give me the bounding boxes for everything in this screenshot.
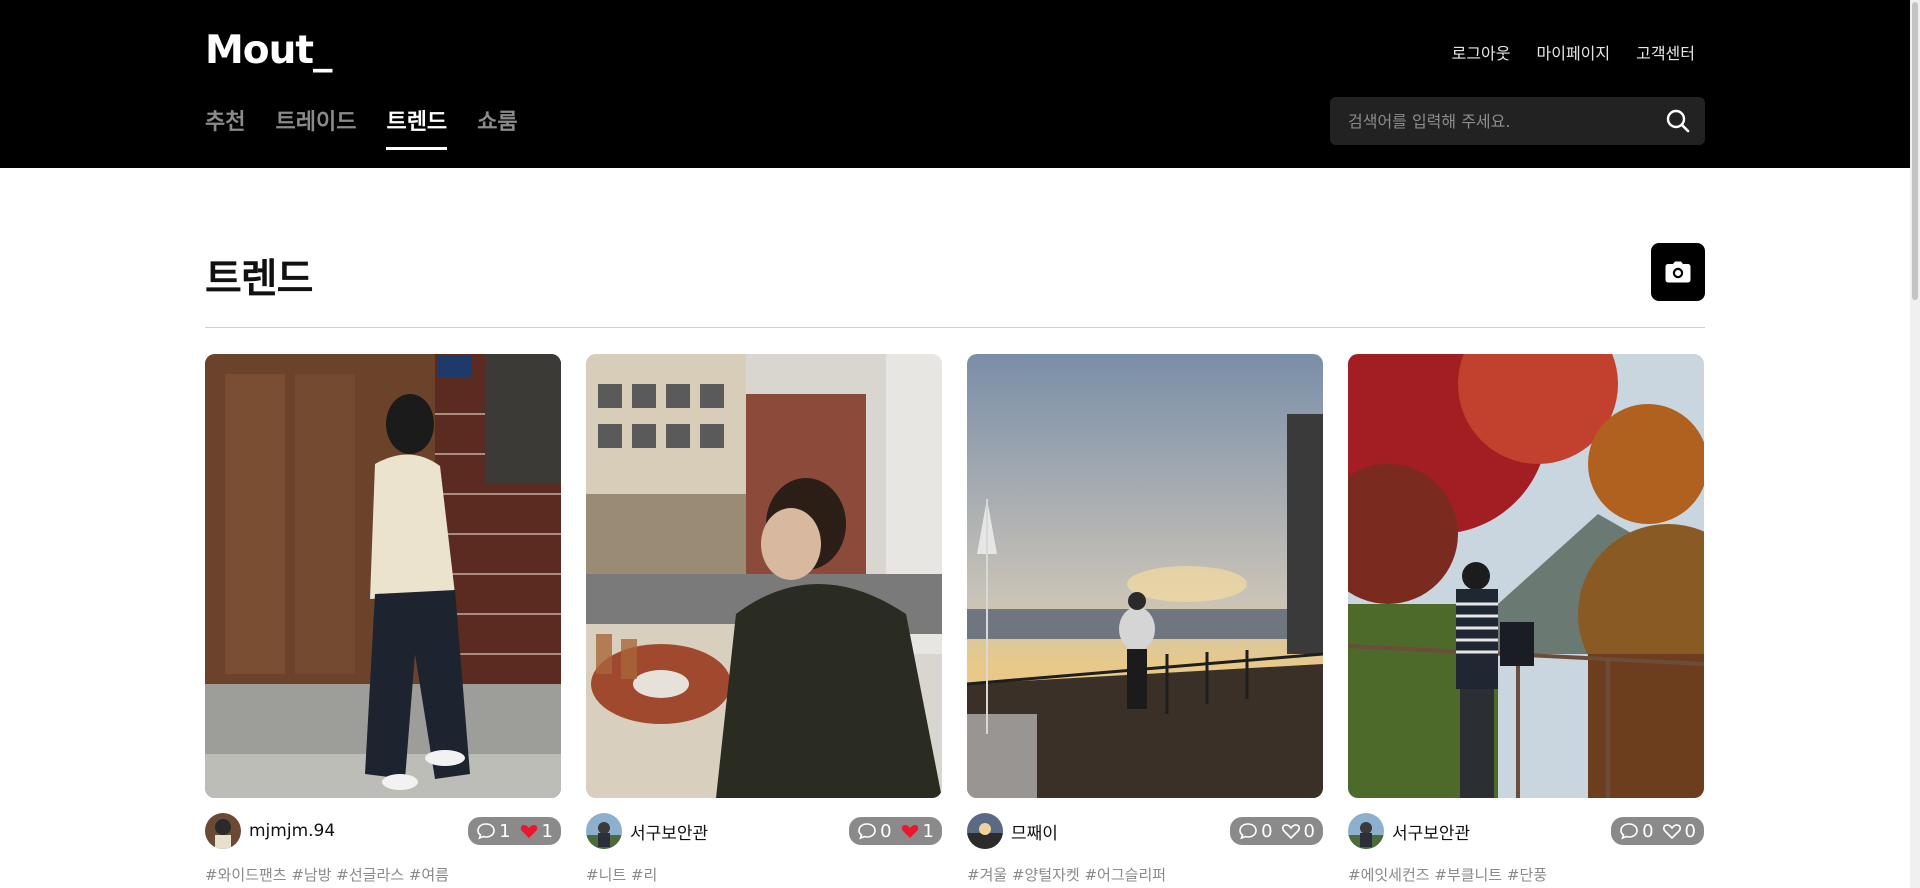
- avatar[interactable]: [1348, 813, 1384, 849]
- like-count-value: 1: [922, 820, 934, 842]
- like-count-value: 0: [1684, 820, 1696, 842]
- nav-tab-trend[interactable]: 트렌드: [386, 104, 447, 150]
- like-count[interactable]: 1: [519, 821, 553, 842]
- post-tags[interactable]: #에잇세컨즈 #부클니트 #단풍: [1348, 864, 1704, 885]
- author-name[interactable]: 서구보안관: [1392, 819, 1470, 844]
- post-card[interactable]: 서구보안관 0 0 #에잇세컨즈 #부클니트 #단풍: [1348, 354, 1704, 885]
- page-scrollbar[interactable]: [1910, 0, 1920, 888]
- author-name[interactable]: mjmjm.94: [249, 821, 335, 841]
- comment-icon: [477, 823, 495, 840]
- search-box: [1330, 97, 1705, 145]
- post-meta: 서구보안관 0 1: [586, 812, 942, 850]
- page-title: 트렌드: [205, 256, 313, 302]
- avatar[interactable]: [586, 813, 622, 849]
- main-nav: 추천 트레이드 트렌드 쇼룸: [205, 104, 518, 150]
- comment-count[interactable]: 0: [857, 820, 892, 842]
- utility-nav: 로그아웃 마이페이지 고객센터: [1452, 40, 1695, 64]
- post-meta: 므째이 0 0: [967, 812, 1323, 850]
- post-card[interactable]: 므째이 0 0 #겨울 #양털자켓 #어그슬리퍼: [967, 354, 1323, 885]
- camera-icon: [1665, 261, 1691, 283]
- post-author[interactable]: mjmjm.94: [205, 813, 335, 849]
- like-count[interactable]: 0: [1662, 821, 1696, 842]
- search-icon[interactable]: [1665, 108, 1691, 134]
- comment-count[interactable]: 0: [1238, 820, 1273, 842]
- nav-tab-showroom[interactable]: 쇼룸: [477, 104, 517, 146]
- logout-link[interactable]: 로그아웃: [1452, 40, 1511, 64]
- post-stats: 0 0: [1230, 817, 1323, 845]
- nav-tab-trade[interactable]: 트레이드: [275, 104, 356, 146]
- comment-count[interactable]: 1: [476, 820, 511, 842]
- post-tags[interactable]: #와이드팬츠 #남방 #선글라스 #여름: [205, 864, 561, 885]
- comment-icon: [1620, 823, 1638, 840]
- post-tags[interactable]: #니트 #리: [586, 864, 942, 885]
- customer-center-link[interactable]: 고객센터: [1636, 40, 1695, 64]
- like-count[interactable]: 1: [900, 821, 934, 842]
- author-name[interactable]: 므째이: [1011, 819, 1058, 844]
- like-count[interactable]: 0: [1281, 821, 1315, 842]
- post-photo[interactable]: [1348, 354, 1704, 798]
- comment-icon: [1239, 823, 1257, 840]
- heart-outline-icon: [1662, 824, 1681, 840]
- post-meta: 서구보안관 0 0: [1348, 812, 1704, 850]
- search-input[interactable]: [1348, 97, 1648, 145]
- heart-outline-icon: [1281, 824, 1300, 840]
- comment-count[interactable]: 0: [1619, 820, 1654, 842]
- avatar[interactable]: [205, 813, 241, 849]
- upload-photo-button[interactable]: [1651, 243, 1705, 301]
- author-name[interactable]: 서구보안관: [630, 819, 708, 844]
- comment-count-value: 0: [1261, 820, 1273, 842]
- post-author[interactable]: 므째이: [967, 813, 1058, 849]
- post-stats: 1 1: [468, 817, 561, 845]
- heart-filled-icon: [520, 824, 537, 838]
- post-card[interactable]: mjmjm.94 1 1 #와이드팬츠 #남방 #선글라스 #여름: [205, 354, 561, 885]
- post-card[interactable]: 서구보안관 0 1 #니트 #리: [586, 354, 942, 885]
- trend-post-grid: mjmjm.94 1 1 #와이드팬츠 #남방 #선글라스 #여름 서구보안관 …: [205, 354, 1704, 885]
- mypage-link[interactable]: 마이페이지: [1537, 40, 1611, 64]
- comment-count-value: 0: [1642, 820, 1654, 842]
- heart-filled-icon: [901, 824, 918, 838]
- post-author[interactable]: 서구보안관: [586, 813, 708, 849]
- avatar[interactable]: [967, 813, 1003, 849]
- post-stats: 0 1: [849, 817, 942, 845]
- post-meta: mjmjm.94 1 1: [205, 812, 561, 850]
- scrollbar-thumb[interactable]: [1912, 2, 1918, 300]
- like-count-value: 0: [1303, 820, 1315, 842]
- comment-count-value: 0: [880, 820, 892, 842]
- post-stats: 0 0: [1611, 817, 1704, 845]
- site-header: Mout_ 로그아웃 마이페이지 고객센터 추천 트레이드 트렌드 쇼룸: [0, 0, 1910, 168]
- comment-icon: [858, 823, 876, 840]
- title-divider: [205, 327, 1705, 328]
- site-logo[interactable]: Mout_: [205, 28, 333, 73]
- post-photo[interactable]: [205, 354, 561, 798]
- like-count-value: 1: [541, 820, 553, 842]
- comment-count-value: 1: [499, 820, 511, 842]
- post-author[interactable]: 서구보안관: [1348, 813, 1470, 849]
- post-photo[interactable]: [967, 354, 1323, 798]
- post-photo[interactable]: [586, 354, 942, 798]
- post-tags[interactable]: #겨울 #양털자켓 #어그슬리퍼: [967, 864, 1323, 885]
- nav-tab-recommend[interactable]: 추천: [205, 104, 245, 146]
